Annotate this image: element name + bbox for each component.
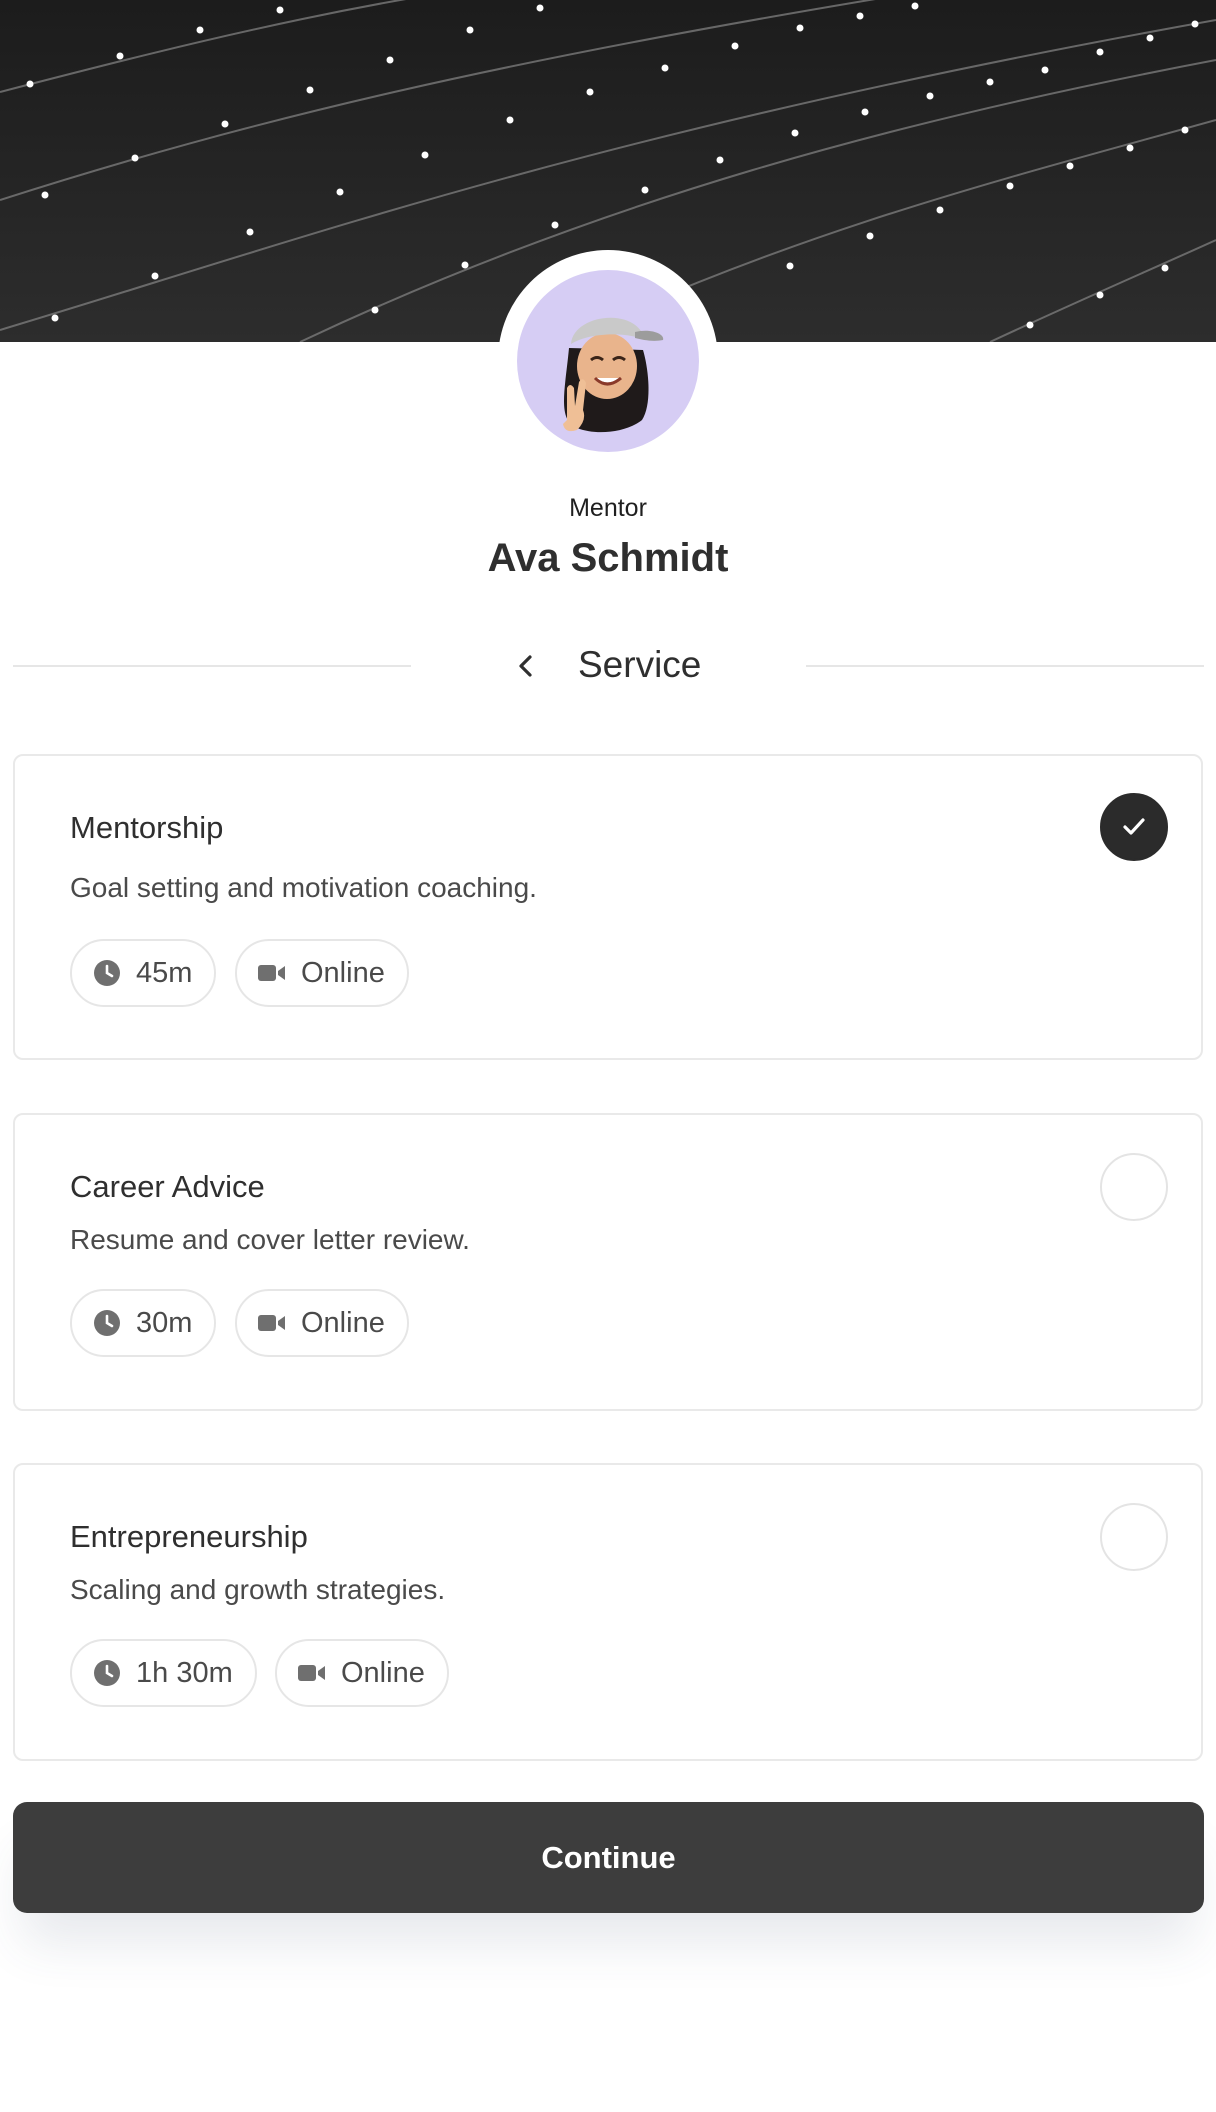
location-text: Online xyxy=(341,1656,425,1689)
duration-badge: 45m xyxy=(70,939,217,1007)
avatar xyxy=(517,270,699,452)
divider-right xyxy=(806,665,1204,667)
duration-text: 1h 30m xyxy=(136,1656,233,1689)
service-description: Goal setting and motivation coaching. xyxy=(70,872,537,903)
section-title: Service xyxy=(578,644,702,685)
video-camera-icon xyxy=(257,1308,287,1338)
location-badge: Online xyxy=(235,939,409,1007)
chevron-left-icon xyxy=(519,655,532,677)
location-badge: Online xyxy=(275,1639,449,1707)
location-text: Online xyxy=(301,956,385,989)
duration-text: 45m xyxy=(136,956,193,989)
divider-left xyxy=(13,665,411,667)
back-button[interactable] xyxy=(506,646,546,686)
video-camera-icon xyxy=(297,1658,327,1688)
continue-button[interactable]: Continue xyxy=(13,1802,1204,1913)
clock-icon xyxy=(92,1658,122,1688)
unselected-radio[interactable] xyxy=(1100,1153,1168,1221)
clock-icon xyxy=(92,1308,122,1338)
service-card-entrepreneurship[interactable]: Entrepreneurship Scaling and growth stra… xyxy=(13,1463,1203,1761)
service-card-career-advice[interactable]: Career Advice Resume and cover letter re… xyxy=(13,1113,1203,1411)
service-title: Career Advice xyxy=(70,1169,265,1204)
service-title: Mentorship xyxy=(70,810,224,845)
memoji-avatar-image xyxy=(563,317,664,433)
profile-role: Mentor xyxy=(569,494,647,522)
video-camera-icon xyxy=(257,958,287,988)
service-description: Resume and cover letter review. xyxy=(70,1224,470,1255)
location-badge: Online xyxy=(235,1289,409,1357)
service-description: Scaling and growth strategies. xyxy=(70,1574,446,1605)
duration-badge: 30m xyxy=(70,1289,217,1357)
profile-name: Ava Schmidt xyxy=(487,536,729,580)
unselected-radio[interactable] xyxy=(1100,1503,1168,1571)
service-title: Entrepreneurship xyxy=(70,1519,308,1554)
selected-radio[interactable] xyxy=(1100,793,1168,861)
duration-text: 30m xyxy=(136,1306,193,1339)
location-text: Online xyxy=(301,1306,385,1339)
duration-badge: 1h 30m xyxy=(70,1639,257,1707)
checkmark-icon xyxy=(1123,818,1145,835)
service-card-mentorship[interactable]: Mentorship Goal setting and motivation c… xyxy=(13,754,1203,1060)
clock-icon xyxy=(92,958,122,988)
